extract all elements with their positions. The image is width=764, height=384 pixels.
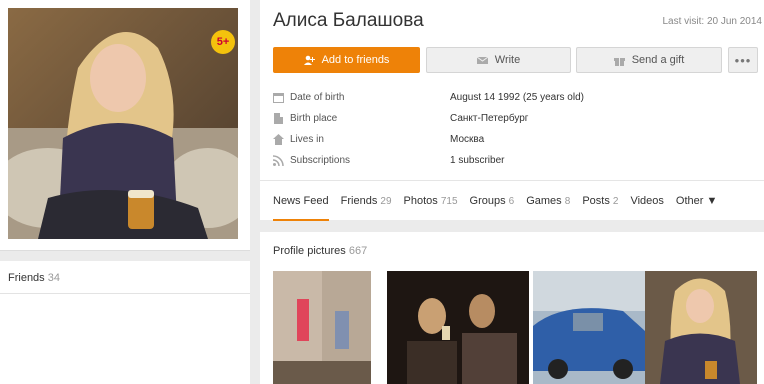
profile-info: Date of birth August 14 1992 (25 years o… (273, 87, 753, 171)
subscriptions-label: Subscriptions (290, 155, 351, 166)
dob-value: August 14 1992 (25 years old) (450, 92, 584, 103)
friends-label: Friends (8, 272, 45, 284)
profile-picture-thumb[interactable] (533, 271, 645, 384)
profile-card: Алиса Балашова Last visit: 20 Jun 2014 A… (260, 0, 764, 221)
tab-other[interactable]: Other ▼ (676, 181, 717, 221)
house-icon (273, 134, 284, 145)
add-to-friends-button[interactable]: Add to friends (273, 47, 420, 73)
add-user-icon (303, 55, 315, 66)
lives-in-label: Lives in (290, 134, 324, 145)
profile-pictures-card: Profile pictures 667 (260, 232, 764, 384)
friends-count: 34 (47, 272, 60, 284)
avatar-card: 5+ (0, 0, 250, 251)
avatar[interactable]: 5+ (8, 8, 238, 239)
profile-pictures-header[interactable]: Profile pictures 667 (273, 245, 367, 257)
info-row-lives-in: Lives in Москва (273, 129, 753, 150)
last-visit: Last visit: 20 Jun 2014 (662, 16, 762, 27)
profile-name: Алиса Балашова (273, 10, 424, 31)
write-label: Write (494, 54, 521, 66)
info-row-dob: Date of birth August 14 1992 (25 years o… (273, 87, 753, 108)
birthplace-value[interactable]: Санкт-Петербург (450, 113, 528, 124)
tab-photos[interactable]: Photos 715 (404, 181, 458, 221)
tab-friends[interactable]: Friends 29 (341, 181, 392, 221)
profile-picture-thumb[interactable] (645, 271, 757, 384)
profile-picture-thumb[interactable] (387, 271, 529, 384)
tab-videos[interactable]: Videos (630, 181, 663, 221)
friends-card: Friends 34 (0, 261, 250, 384)
tab-groups[interactable]: Groups 6 (470, 181, 515, 221)
tab-posts[interactable]: Posts 2 (582, 181, 618, 221)
tab-news-feed[interactable]: News Feed (273, 181, 329, 221)
friends-header[interactable]: Friends 34 (0, 261, 250, 294)
age-badge: 5+ (211, 30, 235, 54)
profile-tabs: News Feed Friends 29 Photos 715 Groups 6… (260, 180, 764, 221)
more-button[interactable]: ••• (728, 47, 758, 73)
send-gift-label: Send a gift (631, 54, 685, 66)
info-row-subscriptions: Subscriptions 1 subscriber (273, 150, 753, 171)
birthplace-label: Birth place (290, 113, 338, 124)
info-row-birthplace: Birth place Санкт-Петербург (273, 108, 753, 129)
write-button[interactable]: Write (426, 47, 571, 73)
building-icon (273, 113, 284, 124)
tab-games[interactable]: Games 8 (526, 181, 570, 221)
lives-in-value[interactable]: Москва (450, 134, 484, 145)
gift-icon (613, 55, 625, 66)
left-column: 5+ Friends 34 (0, 0, 250, 384)
rss-icon (273, 155, 284, 166)
profile-picture-thumb[interactable] (273, 271, 371, 384)
add-to-friends-label: Add to friends (321, 54, 390, 66)
send-gift-button[interactable]: Send a gift (576, 47, 722, 73)
subscriptions-value[interactable]: 1 subscriber (450, 155, 504, 166)
dob-label: Date of birth (290, 92, 345, 103)
calendar-icon (273, 92, 284, 103)
mail-icon (476, 55, 488, 66)
